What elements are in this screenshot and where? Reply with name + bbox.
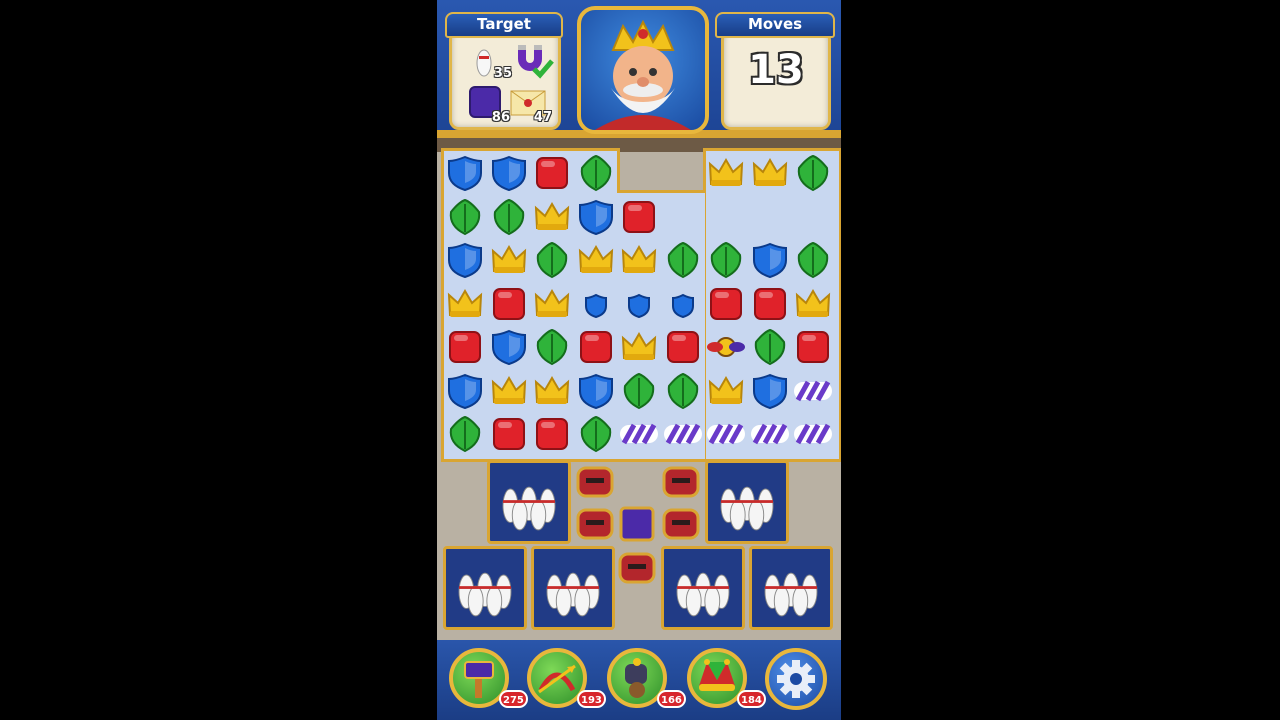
crown-tile[interactable] xyxy=(531,283,573,325)
cannon-count-badge: 166 xyxy=(657,690,686,708)
arrow-icon xyxy=(538,664,576,694)
striped-tile[interactable] xyxy=(792,370,834,412)
crown-tile[interactable] xyxy=(488,239,530,281)
striped-tile[interactable] xyxy=(792,413,834,455)
target-panel: 35 86 47 xyxy=(449,30,561,130)
cube-tile[interactable] xyxy=(749,283,791,325)
small-shield-tile[interactable] xyxy=(618,283,660,325)
shield-tile[interactable] xyxy=(749,370,791,412)
letter-icon: 47 xyxy=(508,83,552,125)
crown-tile[interactable] xyxy=(618,239,660,281)
moves-label: Moves xyxy=(715,12,835,38)
purple-block-icon: 86 xyxy=(466,83,510,125)
purple-block[interactable] xyxy=(617,504,657,544)
small-shield-tile[interactable] xyxy=(662,283,704,325)
hammer-icon xyxy=(464,661,494,698)
cube-tile[interactable] xyxy=(488,283,530,325)
crown-tile[interactable] xyxy=(618,326,660,368)
leaf-tile[interactable] xyxy=(488,196,530,238)
crown-tile[interactable] xyxy=(749,152,791,194)
crown-tile[interactable] xyxy=(575,239,617,281)
shield-tile[interactable] xyxy=(488,152,530,194)
leaf-tile[interactable] xyxy=(618,370,660,412)
arrow-count-badge: 193 xyxy=(577,690,606,708)
striped-tile[interactable] xyxy=(749,413,791,455)
mailbox-blocker[interactable] xyxy=(661,502,701,542)
cube-tile[interactable] xyxy=(444,326,486,368)
leaf-tile[interactable] xyxy=(575,413,617,455)
mailbox-blocker[interactable] xyxy=(617,546,657,586)
crown-tile[interactable] xyxy=(705,370,747,412)
bowling-pins-blocker[interactable] xyxy=(705,460,789,544)
cube-tile[interactable] xyxy=(792,326,834,368)
cube-tile[interactable] xyxy=(531,413,573,455)
bowling-pins-blocker[interactable] xyxy=(749,546,833,630)
leaf-tile[interactable] xyxy=(444,413,486,455)
bowling-pins-blocker[interactable] xyxy=(661,546,745,630)
shield-tile[interactable] xyxy=(575,196,617,238)
crown-tile[interactable] xyxy=(705,152,747,194)
shield-tile[interactable] xyxy=(444,239,486,281)
shield-tile[interactable] xyxy=(575,370,617,412)
crown-tile[interactable] xyxy=(444,283,486,325)
propeller-tile[interactable] xyxy=(705,326,747,368)
crown-tile[interactable] xyxy=(531,196,573,238)
leaf-tile[interactable] xyxy=(662,239,704,281)
small-shield-tile[interactable] xyxy=(575,283,617,325)
mailbox-blocker[interactable] xyxy=(575,502,615,542)
cube-tile[interactable] xyxy=(662,326,704,368)
cube-tile[interactable] xyxy=(705,283,747,325)
leaf-tile[interactable] xyxy=(792,152,834,194)
target-label: Target xyxy=(445,12,563,38)
magnet-icon xyxy=(510,39,554,79)
leaf-tile[interactable] xyxy=(705,239,747,281)
cube-tile[interactable] xyxy=(488,413,530,455)
target-count-letters: 47 xyxy=(533,110,552,125)
cannon-icon xyxy=(625,658,647,698)
striped-tile[interactable] xyxy=(705,413,747,455)
shield-tile[interactable] xyxy=(749,239,791,281)
bowling-pin-icon: 35 xyxy=(468,39,512,81)
leaf-tile[interactable] xyxy=(749,326,791,368)
mailbox-blocker[interactable] xyxy=(661,460,701,500)
moves-counter: 13 xyxy=(748,47,804,93)
hammer-count-badge: 275 xyxy=(499,690,528,708)
crown-tile[interactable] xyxy=(488,370,530,412)
shield-tile[interactable] xyxy=(444,370,486,412)
leaf-tile[interactable] xyxy=(531,239,573,281)
striped-tile[interactable] xyxy=(618,413,660,455)
leaf-tile[interactable] xyxy=(662,370,704,412)
moves-panel: 13 xyxy=(721,30,831,130)
striped-tile[interactable] xyxy=(662,413,704,455)
game-screen: 35 86 47 Target 13 Moves 275 193 166 184 xyxy=(437,0,841,720)
bowling-pins-blocker[interactable] xyxy=(531,546,615,630)
cube-tile[interactable] xyxy=(531,152,573,194)
shield-tile[interactable] xyxy=(488,326,530,368)
shield-tile[interactable] xyxy=(444,152,486,194)
leaf-tile[interactable] xyxy=(575,152,617,194)
jester-hat-count-badge: 184 xyxy=(737,690,766,708)
crown-tile[interactable] xyxy=(531,370,573,412)
gear-icon xyxy=(777,660,815,698)
king-portrait xyxy=(577,6,709,134)
bowling-pins-blocker[interactable] xyxy=(443,546,527,630)
crown-tile[interactable] xyxy=(792,283,834,325)
cube-tile[interactable] xyxy=(618,196,660,238)
mailbox-blocker[interactable] xyxy=(575,460,615,500)
settings-button[interactable] xyxy=(765,648,827,710)
cube-tile[interactable] xyxy=(575,326,617,368)
leaf-tile[interactable] xyxy=(531,326,573,368)
leaf-tile[interactable] xyxy=(444,196,486,238)
leaf-tile[interactable] xyxy=(792,239,834,281)
bowling-pins-blocker[interactable] xyxy=(487,460,571,544)
jester-hat-icon xyxy=(699,659,735,691)
